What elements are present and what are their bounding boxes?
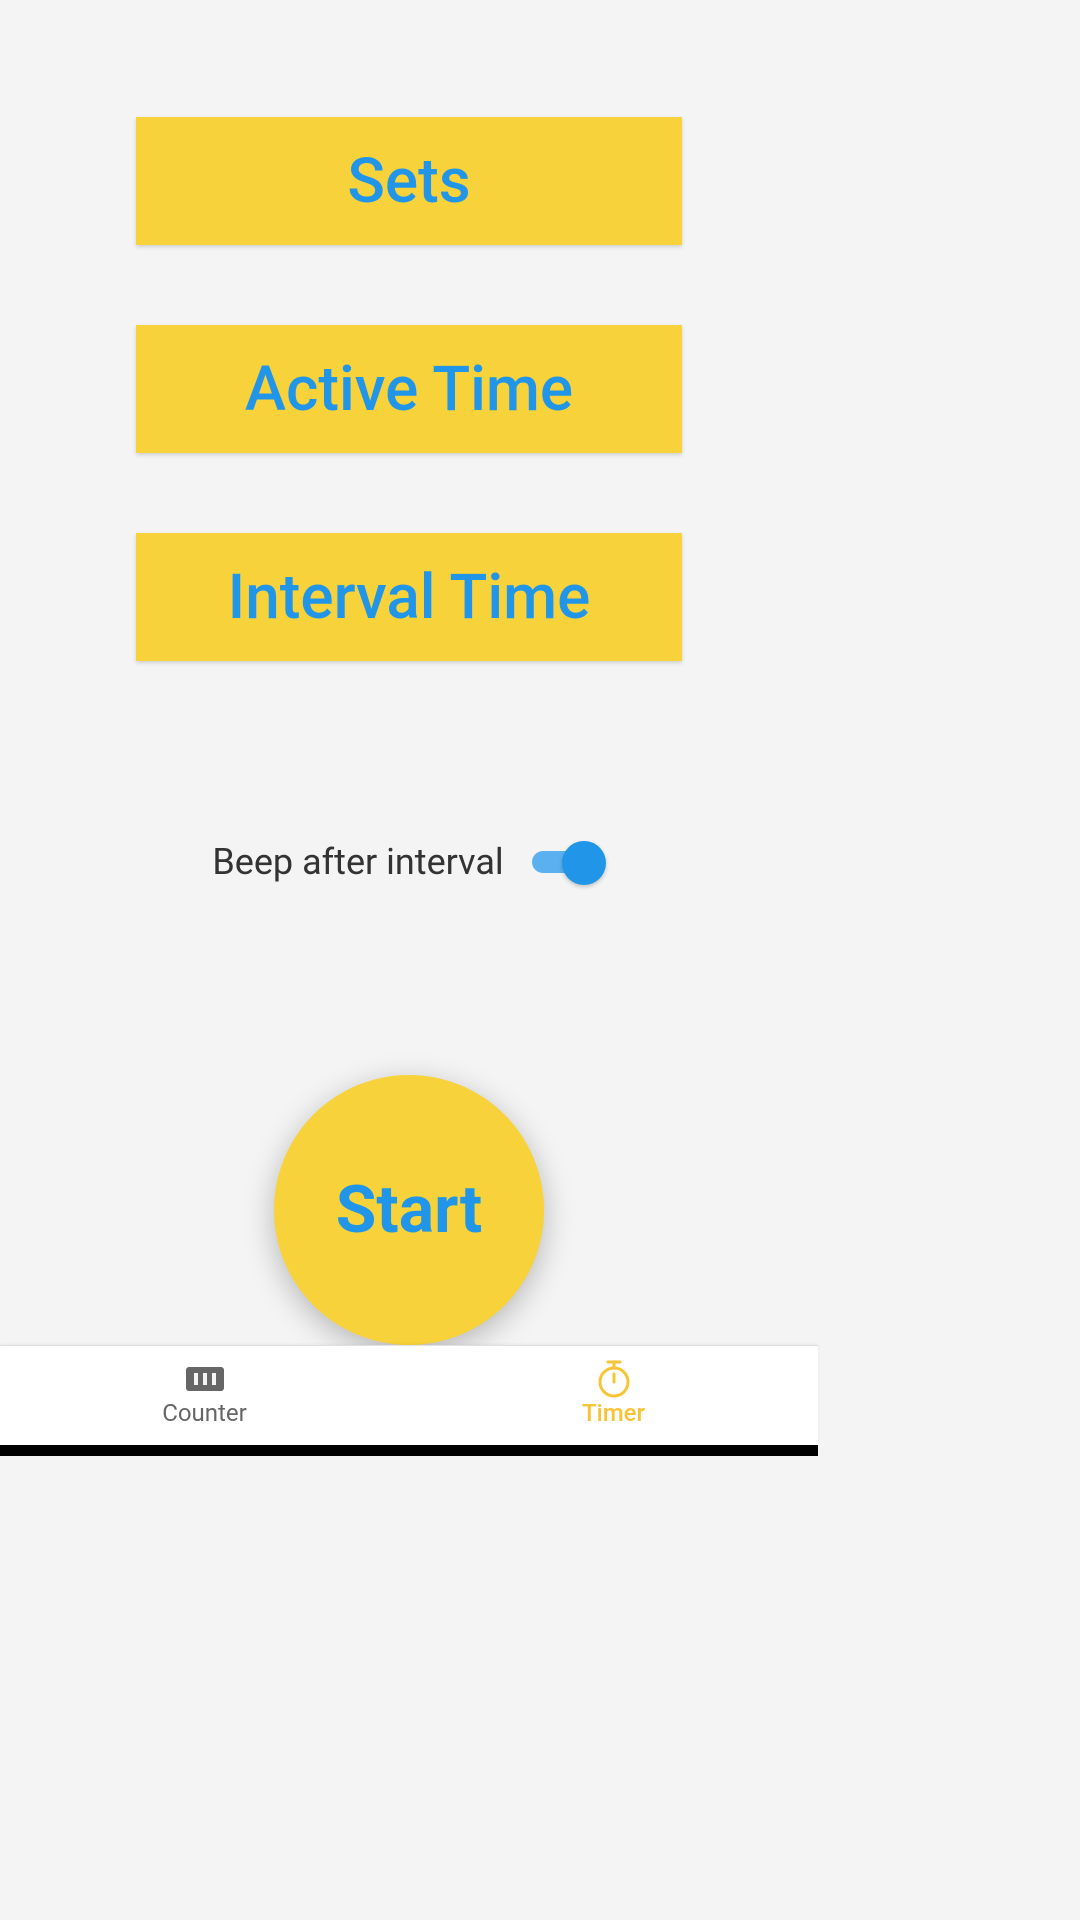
sets-button[interactable]: Sets (136, 117, 682, 245)
sets-button-label: Sets (347, 145, 470, 218)
active-time-button[interactable]: Active Time (136, 325, 682, 453)
main-content: Sets Active Time Interval Time Beep afte… (0, 0, 818, 1345)
beep-toggle-switch[interactable] (532, 847, 606, 877)
nav-counter-label: Counter (162, 1399, 247, 1427)
nav-counter[interactable]: Counter (0, 1346, 409, 1445)
start-button[interactable]: Start (274, 1075, 544, 1345)
nav-timer[interactable]: Timer (409, 1346, 818, 1445)
start-button-label: Start (336, 1172, 482, 1249)
timer-icon (593, 1363, 635, 1395)
interval-time-button-label: Interval Time (228, 561, 591, 634)
bottom-navigation: Counter Timer (0, 1345, 818, 1445)
counter-icon (184, 1363, 226, 1395)
nav-timer-label: Timer (582, 1399, 645, 1427)
interval-time-button[interactable]: Interval Time (136, 533, 682, 661)
toggle-thumb (562, 841, 606, 885)
beep-toggle-row: Beep after interval (212, 841, 605, 883)
system-bottom-bar (0, 1445, 818, 1456)
active-time-button-label: Active Time (245, 353, 573, 426)
beep-toggle-label: Beep after interval (212, 841, 503, 883)
